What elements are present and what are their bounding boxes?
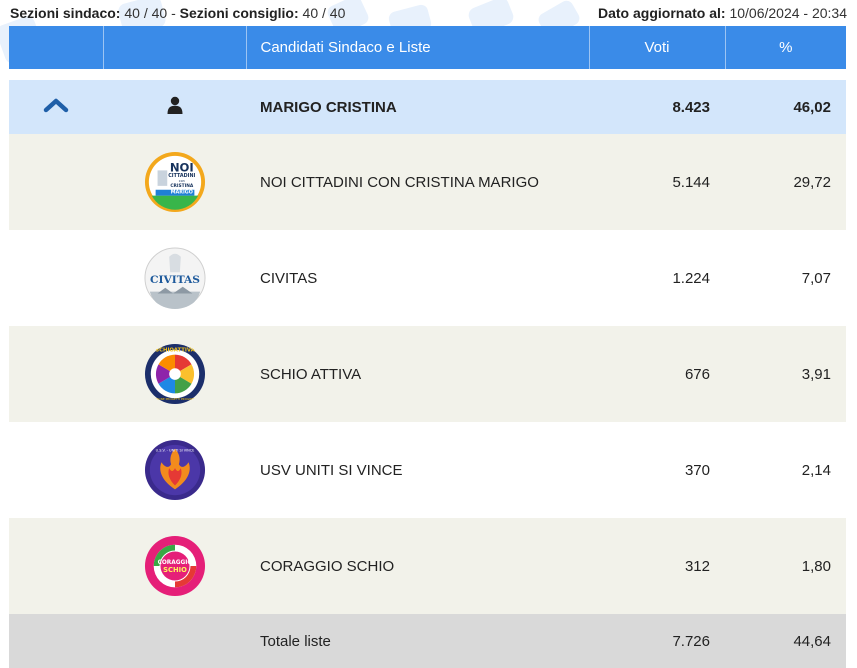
list-name: USV UNITI SI VINCE [246, 422, 589, 518]
header-percent: % [724, 26, 846, 69]
list-row: SCHIOATTIVA PERSONE PROGETTI PROGRESSO S… [9, 326, 846, 422]
dato-value: 10/06/2024 - 20:34 [729, 5, 847, 21]
list-votes: 370 [589, 422, 725, 518]
list-name: NOI CITTADINI CON CRISTINA MARIGO [246, 134, 589, 230]
list-votes: 5.144 [589, 134, 725, 230]
sections-info: Sezioni sindaco: 40 / 40 - Sezioni consi… [10, 5, 345, 21]
sezioni-consiglio-label: Sezioni consiglio: [179, 5, 299, 21]
svg-text:con: con [178, 179, 184, 183]
list-percent: 7,07 [725, 230, 846, 326]
coraggio-schio-logo-icon: CORAGGIO SCHIO [144, 535, 205, 597]
list-percent: 29,72 [725, 134, 846, 230]
list-name: CORAGGIO SCHIO [246, 518, 589, 614]
list-percent: 1,80 [725, 518, 846, 614]
total-label: Totale liste [246, 614, 589, 668]
sezioni-consiglio-value: 40 / 40 [302, 5, 346, 21]
total-percent: 44,64 [725, 614, 846, 668]
sezioni-sindaco-label: Sezioni sindaco: [10, 5, 121, 21]
svg-text:MARIGO: MARIGO [170, 190, 192, 196]
list-row: CIVITAS CIVITAS 1.224 7,07 [9, 230, 846, 326]
chevron-up-icon[interactable] [43, 97, 69, 113]
svg-text:CIVITAS: CIVITAS [150, 273, 200, 286]
spacer-row [9, 69, 846, 80]
update-info: Dato aggiornato al: 10/06/2024 - 20:34 [598, 5, 847, 21]
list-votes: 1.224 [589, 230, 725, 326]
list-percent: 2,14 [725, 422, 846, 518]
svg-text:SCHIO: SCHIO [163, 566, 187, 574]
candidate-percent: 46,02 [725, 80, 846, 134]
svg-text:CRISTINA: CRISTINA [170, 183, 193, 189]
list-percent: 3,91 [725, 326, 846, 422]
table-header: Candidati Sindaco e Liste Voti % [9, 26, 846, 69]
status-bar: Sezioni sindaco: 40 / 40 - Sezioni consi… [0, 0, 857, 26]
svg-text:SCHIOATTIVA: SCHIOATTIVA [155, 348, 195, 354]
list-name: CIVITAS [246, 230, 589, 326]
candidate-row[interactable]: MARIGO CRISTINA 8.423 46,02 [9, 80, 846, 134]
list-row: U.S.V. - UNITI SI VINCE USV UNITI SI VIN… [9, 422, 846, 518]
civitas-logo-icon: CIVITAS [143, 247, 206, 309]
header-logo-cell [102, 26, 246, 69]
results-table: Candidati Sindaco e Liste Voti % MARIGO … [9, 26, 846, 668]
svg-text:NOI: NOI [169, 160, 193, 174]
sezioni-sindaco-value: 40 / 40 [124, 5, 168, 21]
svg-text:PERSONE PROGETTI PROGRESSO: PERSONE PROGETTI PROGRESSO [151, 397, 200, 401]
total-votes: 7.726 [589, 614, 725, 668]
candidate-votes: 8.423 [589, 80, 725, 134]
list-votes: 312 [589, 518, 725, 614]
user-icon [167, 96, 182, 114]
svg-text:U.S.V. - UNITI SI VINCE: U.S.V. - UNITI SI VINCE [155, 449, 194, 453]
list-row: NOI CITTADINI con CRISTINA MARIGO NOI CI… [9, 134, 846, 230]
collapse-toggle[interactable] [9, 80, 103, 134]
schio-attiva-logo-icon: SCHIOATTIVA PERSONE PROGETTI PROGRESSO [144, 343, 205, 405]
header-toggle-cell [9, 26, 103, 69]
list-row: CORAGGIO SCHIO CORAGGIO SCHIO 312 1,80 [9, 518, 846, 614]
candidate-avatar [103, 80, 246, 134]
candidate-name: MARIGO CRISTINA [246, 80, 589, 134]
header-candidates: Candidati Sindaco e Liste [245, 26, 589, 69]
usv-logo-icon: U.S.V. - UNITI SI VINCE [144, 439, 205, 501]
total-row: Totale liste 7.726 44,64 [9, 614, 846, 668]
list-votes: 676 [589, 326, 725, 422]
header-votes: Voti [588, 26, 725, 69]
noi-cittadini-logo-icon: NOI CITTADINI con CRISTINA MARIGO [144, 151, 205, 213]
dato-label: Dato aggiornato al: [598, 5, 726, 21]
list-name: SCHIO ATTIVA [246, 326, 589, 422]
separator: - [171, 5, 176, 21]
